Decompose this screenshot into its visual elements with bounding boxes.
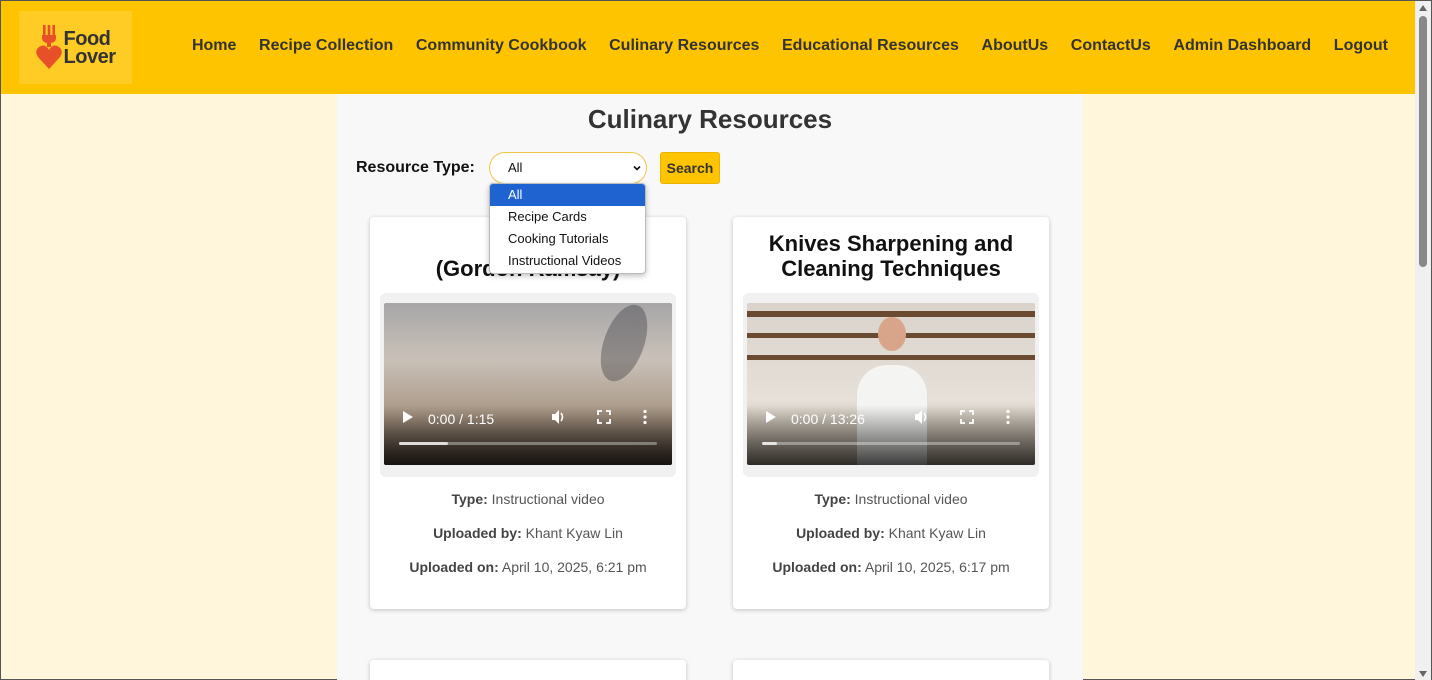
nav-contact-us[interactable]: ContactUs bbox=[1071, 37, 1151, 55]
video-progress-bar[interactable] bbox=[762, 442, 1020, 445]
upload-date-info: Uploaded on: April 10, 2025, 6:21 pm bbox=[409, 559, 647, 575]
more-options-icon[interactable] bbox=[642, 409, 648, 425]
nav-educational-resources[interactable]: Educational Resources bbox=[782, 37, 959, 55]
nav-recipe-collection[interactable]: Recipe Collection bbox=[259, 37, 393, 55]
card-title-line1: Knives Sharpening and bbox=[768, 231, 1014, 256]
nav-about-us[interactable]: AboutUs bbox=[982, 37, 1049, 55]
video-player[interactable]: 0:00 / 13:26 bbox=[747, 303, 1035, 465]
video-progress-bar[interactable] bbox=[399, 442, 657, 445]
video-container: 0:00 / 1:15 bbox=[380, 293, 676, 477]
card-title: Knives Sharpening and Cleaning Technique… bbox=[743, 231, 1039, 281]
main-panel: Culinary Resources Resource Type: All Se… bbox=[337, 94, 1083, 680]
nav-community-cookbook[interactable]: Community Cookbook bbox=[416, 37, 587, 55]
page-title: Culinary Resources bbox=[587, 104, 833, 134]
resource-card: Knives Sharpening and Cleaning Technique… bbox=[733, 217, 1049, 609]
logo-text-line1: Food bbox=[63, 27, 111, 50]
page-scrollbar[interactable] bbox=[1415, 1, 1431, 680]
scroll-down-icon[interactable] bbox=[1419, 671, 1427, 677]
dropdown-option-instructional-videos[interactable]: Instructional Videos bbox=[490, 250, 645, 272]
play-icon[interactable] bbox=[401, 409, 415, 425]
resource-type-label: Resource Type: bbox=[356, 159, 475, 176]
resource-card bbox=[370, 660, 686, 680]
card-title-line2: Cleaning Techniques bbox=[781, 256, 1001, 281]
dropdown-option-cooking-tutorials[interactable]: Cooking Tutorials bbox=[490, 228, 645, 250]
search-button[interactable]: Search bbox=[660, 152, 720, 184]
more-options-icon[interactable] bbox=[1005, 409, 1011, 425]
scroll-up-icon[interactable] bbox=[1419, 5, 1427, 11]
resource-type-select[interactable]: All bbox=[489, 152, 647, 184]
video-container: 0:00 / 13:26 bbox=[743, 293, 1039, 477]
play-icon[interactable] bbox=[764, 409, 778, 425]
chevron-down-icon bbox=[633, 165, 641, 171]
nav-logout[interactable]: Logout bbox=[1334, 37, 1388, 55]
volume-icon[interactable] bbox=[914, 409, 930, 425]
upload-date-info: Uploaded on: April 10, 2025, 6:17 pm bbox=[772, 559, 1010, 575]
uploader-info: Uploaded by: Khant Kyaw Lin bbox=[433, 525, 623, 541]
main-nav: Home Recipe Collection Community Cookboo… bbox=[169, 37, 1388, 55]
resource-type-info: Type: Instructional video bbox=[814, 491, 968, 507]
fullscreen-icon[interactable] bbox=[959, 409, 975, 425]
resource-card: How to (Gordon Ramsay) 0:00 / 1:15 Type:… bbox=[370, 217, 686, 609]
video-player[interactable]: 0:00 / 1:15 bbox=[384, 303, 672, 465]
nav-culinary-resources[interactable]: Culinary Resources bbox=[609, 37, 759, 55]
site-logo[interactable]: Food Lover bbox=[19, 11, 132, 84]
video-time: 0:00 / 13:26 bbox=[791, 411, 865, 427]
site-header: Food Lover Home Recipe Collection Commun… bbox=[1, 1, 1417, 94]
resource-type-select-value: All bbox=[508, 160, 523, 175]
nav-home[interactable]: Home bbox=[192, 37, 236, 55]
video-time: 0:00 / 1:15 bbox=[428, 411, 495, 427]
fullscreen-icon[interactable] bbox=[596, 409, 612, 425]
logo-text-line2: Lover bbox=[63, 45, 116, 68]
volume-icon[interactable] bbox=[551, 409, 567, 425]
scrollbar-thumb[interactable] bbox=[1419, 16, 1427, 267]
uploader-info: Uploaded by: Khant Kyaw Lin bbox=[796, 525, 986, 541]
nav-admin-dashboard[interactable]: Admin Dashboard bbox=[1173, 37, 1311, 55]
dropdown-option-all[interactable]: All bbox=[490, 184, 645, 206]
resource-card bbox=[733, 660, 1049, 680]
resource-type-dropdown: All Recipe Cards Cooking Tutorials Instr… bbox=[489, 183, 646, 274]
dropdown-option-recipe-cards[interactable]: Recipe Cards bbox=[490, 206, 645, 228]
fork-heart-icon bbox=[35, 24, 62, 69]
resource-type-info: Type: Instructional video bbox=[451, 491, 605, 507]
